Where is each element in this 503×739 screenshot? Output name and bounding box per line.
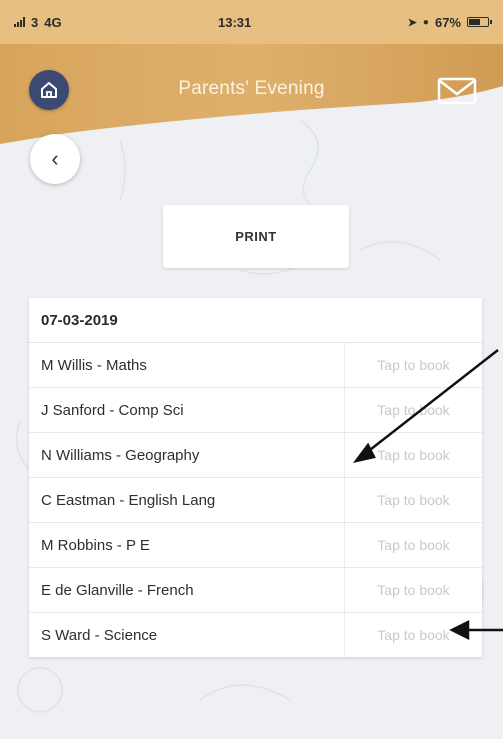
teacher-row: N Williams - Geography Tap to book (29, 433, 482, 478)
status-left: 3 4G (14, 15, 62, 30)
tap-to-book-button[interactable]: Tap to book (345, 568, 482, 612)
app-header: Parents' Evening (0, 44, 503, 144)
network-label: 4G (44, 14, 62, 30)
appointments-card: 07-03-2019 M Willis - Maths Tap to book J … (29, 298, 482, 657)
battery-percent: 67% (434, 14, 461, 30)
mail-icon (437, 77, 477, 105)
status-right: ➤ ● 67% (407, 14, 492, 30)
teacher-name: M Robbins - P E (29, 523, 345, 567)
chevron-left-icon: ‹ (51, 146, 59, 171)
carrier-label: 3 (31, 14, 39, 30)
teacher-name: S Ward - Science (29, 613, 345, 657)
status-time: 13:31 (218, 14, 252, 30)
print-button[interactable]: PRINT (163, 205, 349, 268)
alarm-icon: ● (422, 16, 429, 28)
teacher-row: M Willis - Maths Tap to book (29, 343, 482, 388)
status-bar: 3 4G 13:31 ➤ ● 67% (0, 0, 503, 44)
teacher-row: S Ward - Science Tap to book (29, 613, 482, 657)
back-button[interactable]: ‹ (30, 134, 80, 184)
mail-button[interactable] (437, 76, 477, 106)
tap-to-book-button[interactable]: Tap to book (345, 433, 482, 477)
page-title: Parents' Evening (178, 78, 325, 99)
teacher-name: N Williams - Geography (29, 433, 345, 477)
teacher-list: M Willis - Maths Tap to book J Sanford - C… (29, 343, 482, 657)
signal-icon (14, 17, 25, 27)
tap-to-book-button[interactable]: Tap to book (345, 388, 482, 432)
teacher-row: M Robbins - P E Tap to book (29, 523, 482, 568)
teacher-name: C Eastman - English Lang (29, 478, 345, 522)
tap-to-book-button[interactable]: Tap to book (345, 478, 482, 522)
teacher-name: J Sanford - Comp Sci (29, 388, 345, 432)
teacher-name: M Willis - Maths (29, 343, 345, 387)
teacher-row: C Eastman - English Lang Tap to book (29, 478, 482, 523)
tap-to-book-button[interactable]: Tap to book (345, 613, 482, 657)
teacher-row: E de Glanville - French Tap to book (29, 568, 482, 613)
location-icon: ➤ (407, 16, 417, 29)
battery-icon (467, 17, 492, 27)
tap-to-book-button[interactable]: Tap to book (345, 523, 482, 567)
tap-to-book-button[interactable]: Tap to book (345, 343, 482, 387)
teacher-row: J Sanford - Comp Sci Tap to book (29, 388, 482, 433)
teacher-name: E de Glanville - French (29, 568, 345, 612)
evening-date: 07-03-2019 (29, 298, 482, 343)
